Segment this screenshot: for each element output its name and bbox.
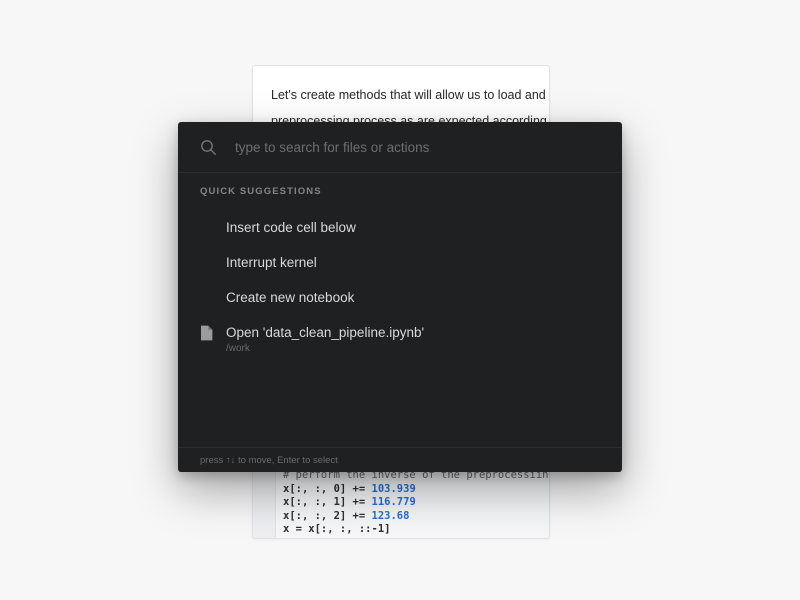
code-line: x[:, :, 2] += 123.68 <box>283 510 549 524</box>
palette-suggestions-body: QUICK SUGGESTIONS Insert code cell below… <box>178 173 622 447</box>
item-text: Insert code cell below <box>226 219 600 236</box>
list-item[interactable]: Insert code cell below <box>178 210 622 245</box>
search-input[interactable] <box>235 139 600 155</box>
list-item[interactable]: Open 'data_clean_pipeline.ipynb' /work <box>178 315 622 364</box>
list-item-subtitle: /work <box>226 343 250 354</box>
palette-search-bar[interactable] <box>178 122 622 173</box>
code-line: x[:, :, 0] += 103.939 <box>283 483 549 497</box>
item-icon-slot <box>200 219 226 220</box>
quick-suggestions-label: QUICK SUGGESTIONS <box>200 186 322 197</box>
code-line-clipped: x = x[:, :, ::-1] <box>283 523 549 537</box>
list-item-title: Create new notebook <box>226 290 355 305</box>
code-lines: # perform the inverse of the preprocessi… <box>283 469 549 537</box>
code-var: x[:, :, 0] += <box>283 482 372 495</box>
code-block: # perform the inverse of the preprocessi… <box>253 465 549 538</box>
code-value: 103.939 <box>371 482 416 495</box>
code-value: 123.68 <box>371 509 410 522</box>
list-item-title: Interrupt kernel <box>226 255 317 270</box>
command-palette: QUICK SUGGESTIONS Insert code cell below… <box>178 122 622 472</box>
code-var: x[:, :, 1] += <box>283 496 372 509</box>
code-gutter <box>253 466 276 538</box>
search-icon <box>201 139 216 155</box>
file-icon <box>201 325 213 341</box>
code-line: x[:, :, 1] += 116.779 <box>283 496 549 510</box>
list-item-title: Open 'data_clean_pipeline.ipynb' <box>226 325 425 340</box>
list-item-title: Insert code cell below <box>226 220 356 235</box>
item-text: Open 'data_clean_pipeline.ipynb' /work <box>226 324 600 355</box>
code-value: 116.779 <box>371 496 416 509</box>
list-item[interactable]: Create new notebook <box>178 280 622 315</box>
code-clipped-text: x = x[:, :, ::-1] <box>283 523 391 536</box>
item-text: Interrupt kernel <box>226 254 600 271</box>
palette-footer: press ↑↓ to move, Enter to select <box>178 447 622 472</box>
list-item[interactable]: Interrupt kernel <box>178 245 622 280</box>
item-icon-slot <box>200 324 226 341</box>
keyboard-hint: press ↑↓ to move, Enter to select <box>200 454 338 466</box>
item-icon-slot <box>200 254 226 255</box>
item-icon-slot <box>200 289 226 290</box>
item-text: Create new notebook <box>226 289 600 306</box>
prose-line: Let's create methods that will allow us … <box>271 88 550 102</box>
code-var: x[:, :, 2] += <box>283 509 372 522</box>
